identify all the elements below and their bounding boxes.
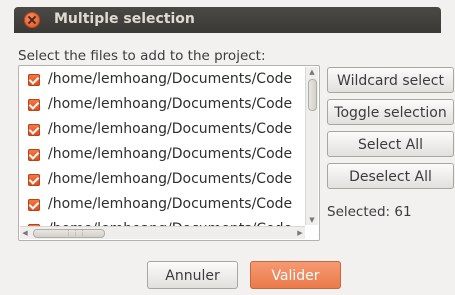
ok-button[interactable]: Valider	[250, 261, 341, 289]
file-list-item[interactable]: /home/lemhoang/Documents/Code	[19, 143, 306, 168]
scroll-up-icon[interactable]: ▲	[306, 67, 318, 77]
checkbox-checked-icon[interactable]	[28, 124, 40, 136]
selected-count-label: Selected: 61	[327, 204, 412, 220]
file-list-viewport: /home/lemhoang/Documents/Code/home/lemho…	[19, 66, 306, 226]
file-list-item[interactable]: /home/lemhoang/Documents/Code	[19, 68, 306, 93]
file-path-label: /home/lemhoang/Documents/Code	[48, 96, 293, 112]
close-icon[interactable]	[24, 12, 40, 28]
file-list-item[interactable]: /home/lemhoang/Documents/Code	[19, 93, 306, 118]
file-path-label: /home/lemhoang/Documents/Code	[48, 71, 293, 87]
horizontal-scrollbar[interactable]: ◀ ⋮⋮⋮ ▶	[20, 226, 305, 239]
vertical-scrollbar[interactable]: ▲ ▼	[305, 67, 318, 225]
checkbox-checked-icon[interactable]	[28, 149, 40, 161]
checkbox-checked-icon[interactable]	[28, 74, 40, 86]
scroll-left-icon[interactable]: ◀	[20, 227, 30, 239]
multiple-selection-dialog: Multiple selection Select the files to a…	[0, 0, 455, 295]
file-list-item[interactable]: /home/lemhoang/Documents/Code	[19, 168, 306, 193]
file-list-item[interactable]: /home/lemhoang/Documents/Code	[19, 218, 306, 226]
title-bar: Multiple selection	[14, 7, 441, 33]
file-path-label: /home/lemhoang/Documents/Code	[48, 146, 293, 162]
cancel-button[interactable]: Annuler	[147, 261, 238, 289]
file-path-label: /home/lemhoang/Documents/Code	[48, 196, 293, 212]
grip-icon: ⋮⋮⋮	[65, 229, 86, 237]
window-title: Multiple selection	[54, 11, 195, 27]
horizontal-scroll-thumb[interactable]: ⋮⋮⋮	[33, 229, 105, 238]
vertical-scroll-thumb[interactable]	[308, 79, 317, 111]
toggle-selection-button[interactable]: Toggle selection	[327, 99, 454, 125]
file-path-label: /home/lemhoang/Documents/Code	[48, 121, 293, 137]
file-list-item[interactable]: /home/lemhoang/Documents/Code	[19, 118, 306, 143]
select-all-button[interactable]: Select All	[327, 131, 454, 157]
file-path-label: /home/lemhoang/Documents/Code	[48, 171, 293, 187]
checkbox-checked-icon[interactable]	[28, 199, 40, 211]
file-list[interactable]: /home/lemhoang/Documents/Code/home/lemho…	[18, 65, 320, 241]
checkbox-checked-icon[interactable]	[28, 174, 40, 186]
scroll-right-icon[interactable]: ▶	[295, 227, 305, 239]
instruction-label: Select the files to add to the project:	[18, 48, 266, 64]
wildcard-select-button[interactable]: Wildcard select	[327, 67, 454, 93]
file-list-item[interactable]: /home/lemhoang/Documents/Code	[19, 193, 306, 218]
scroll-down-icon[interactable]: ▼	[306, 215, 318, 225]
deselect-all-button[interactable]: Deselect All	[327, 163, 454, 189]
checkbox-checked-icon[interactable]	[28, 99, 40, 111]
